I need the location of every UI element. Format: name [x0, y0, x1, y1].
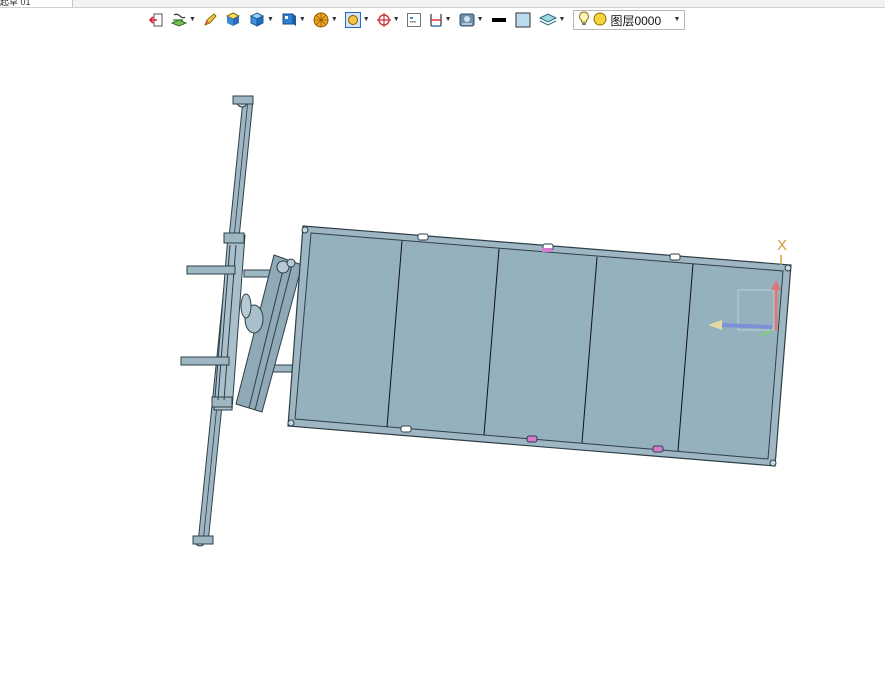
mount-assembly[interactable] [180, 232, 303, 413]
chevron-down-icon: ▼ [476, 16, 484, 23]
color-swatch-icon [514, 11, 532, 29]
grid-toggle-button[interactable] [404, 10, 424, 30]
chevron-down-icon: ▼ [558, 16, 566, 23]
crosshair-icon [376, 12, 392, 28]
chevron-down-icon: ▼ [266, 16, 274, 23]
document-tab[interactable]: 起草 01 [0, 0, 73, 7]
cad-model-canvas[interactable]: X [0, 32, 885, 671]
shaded-cube-icon [224, 11, 242, 29]
pencil-tool-button[interactable] [200, 10, 220, 30]
exit-sketch-button[interactable] [146, 10, 166, 30]
model-viewport[interactable]: X [0, 32, 885, 671]
snap-target-button[interactable]: ▼ [374, 10, 402, 30]
line-weight-icon [490, 11, 508, 29]
view-cube-icon [280, 11, 298, 29]
view-orientation-button[interactable]: ▼ [278, 10, 308, 30]
scene-settings-button[interactable]: ▼ [456, 10, 486, 30]
scene-icon [458, 11, 476, 29]
view-toolbar: ▼ ▼ ▼ ▼ ▼ ▼ ▼ ▼ ▼ 图层0000 ▼ [146, 9, 686, 31]
layer-selector[interactable]: 图层0000 ▼ [573, 10, 686, 30]
yellow-circle-icon [593, 12, 607, 29]
zoom-fit-button[interactable]: ▼ [342, 10, 372, 30]
sketch-layers-button[interactable]: ▼ [168, 10, 198, 30]
chevron-down-icon[interactable]: ▼ [674, 10, 681, 30]
line-style-button[interactable] [488, 10, 510, 30]
window-top-strip: 起草 01 [0, 0, 885, 8]
layer-selector-value: 图层0000 [610, 13, 662, 28]
chevron-down-icon: ▼ [189, 16, 196, 23]
zoom-frame-icon [344, 11, 362, 29]
dimension-tool-button[interactable]: ▼ [426, 10, 454, 30]
render-wheel-icon [312, 11, 330, 29]
layer-manager-button[interactable]: ▼ [536, 10, 568, 30]
chevron-down-icon: ▼ [392, 16, 400, 23]
chevron-down-icon: ▼ [330, 16, 338, 23]
solar-panel[interactable] [287, 225, 792, 467]
exit-arrow-icon [148, 12, 164, 28]
chevron-down-icon: ▼ [298, 16, 306, 23]
lightbulb-icon [578, 10, 590, 30]
axis-x-label: X [777, 237, 787, 254]
sketch-layer-icon [170, 11, 188, 29]
display-style-button[interactable]: ▼ [246, 10, 276, 30]
layer-stack-icon [538, 11, 558, 29]
pencil-icon [202, 12, 218, 28]
render-mode-button[interactable]: ▼ [310, 10, 340, 30]
dimension-icon [428, 12, 444, 28]
fill-color-button[interactable] [512, 10, 534, 30]
chevron-down-icon: ▼ [362, 16, 370, 23]
grid-dots-icon [406, 12, 422, 28]
chevron-down-icon: ▼ [444, 16, 452, 23]
blue-cube-icon [248, 11, 266, 29]
shaded-part-button[interactable] [222, 10, 244, 30]
